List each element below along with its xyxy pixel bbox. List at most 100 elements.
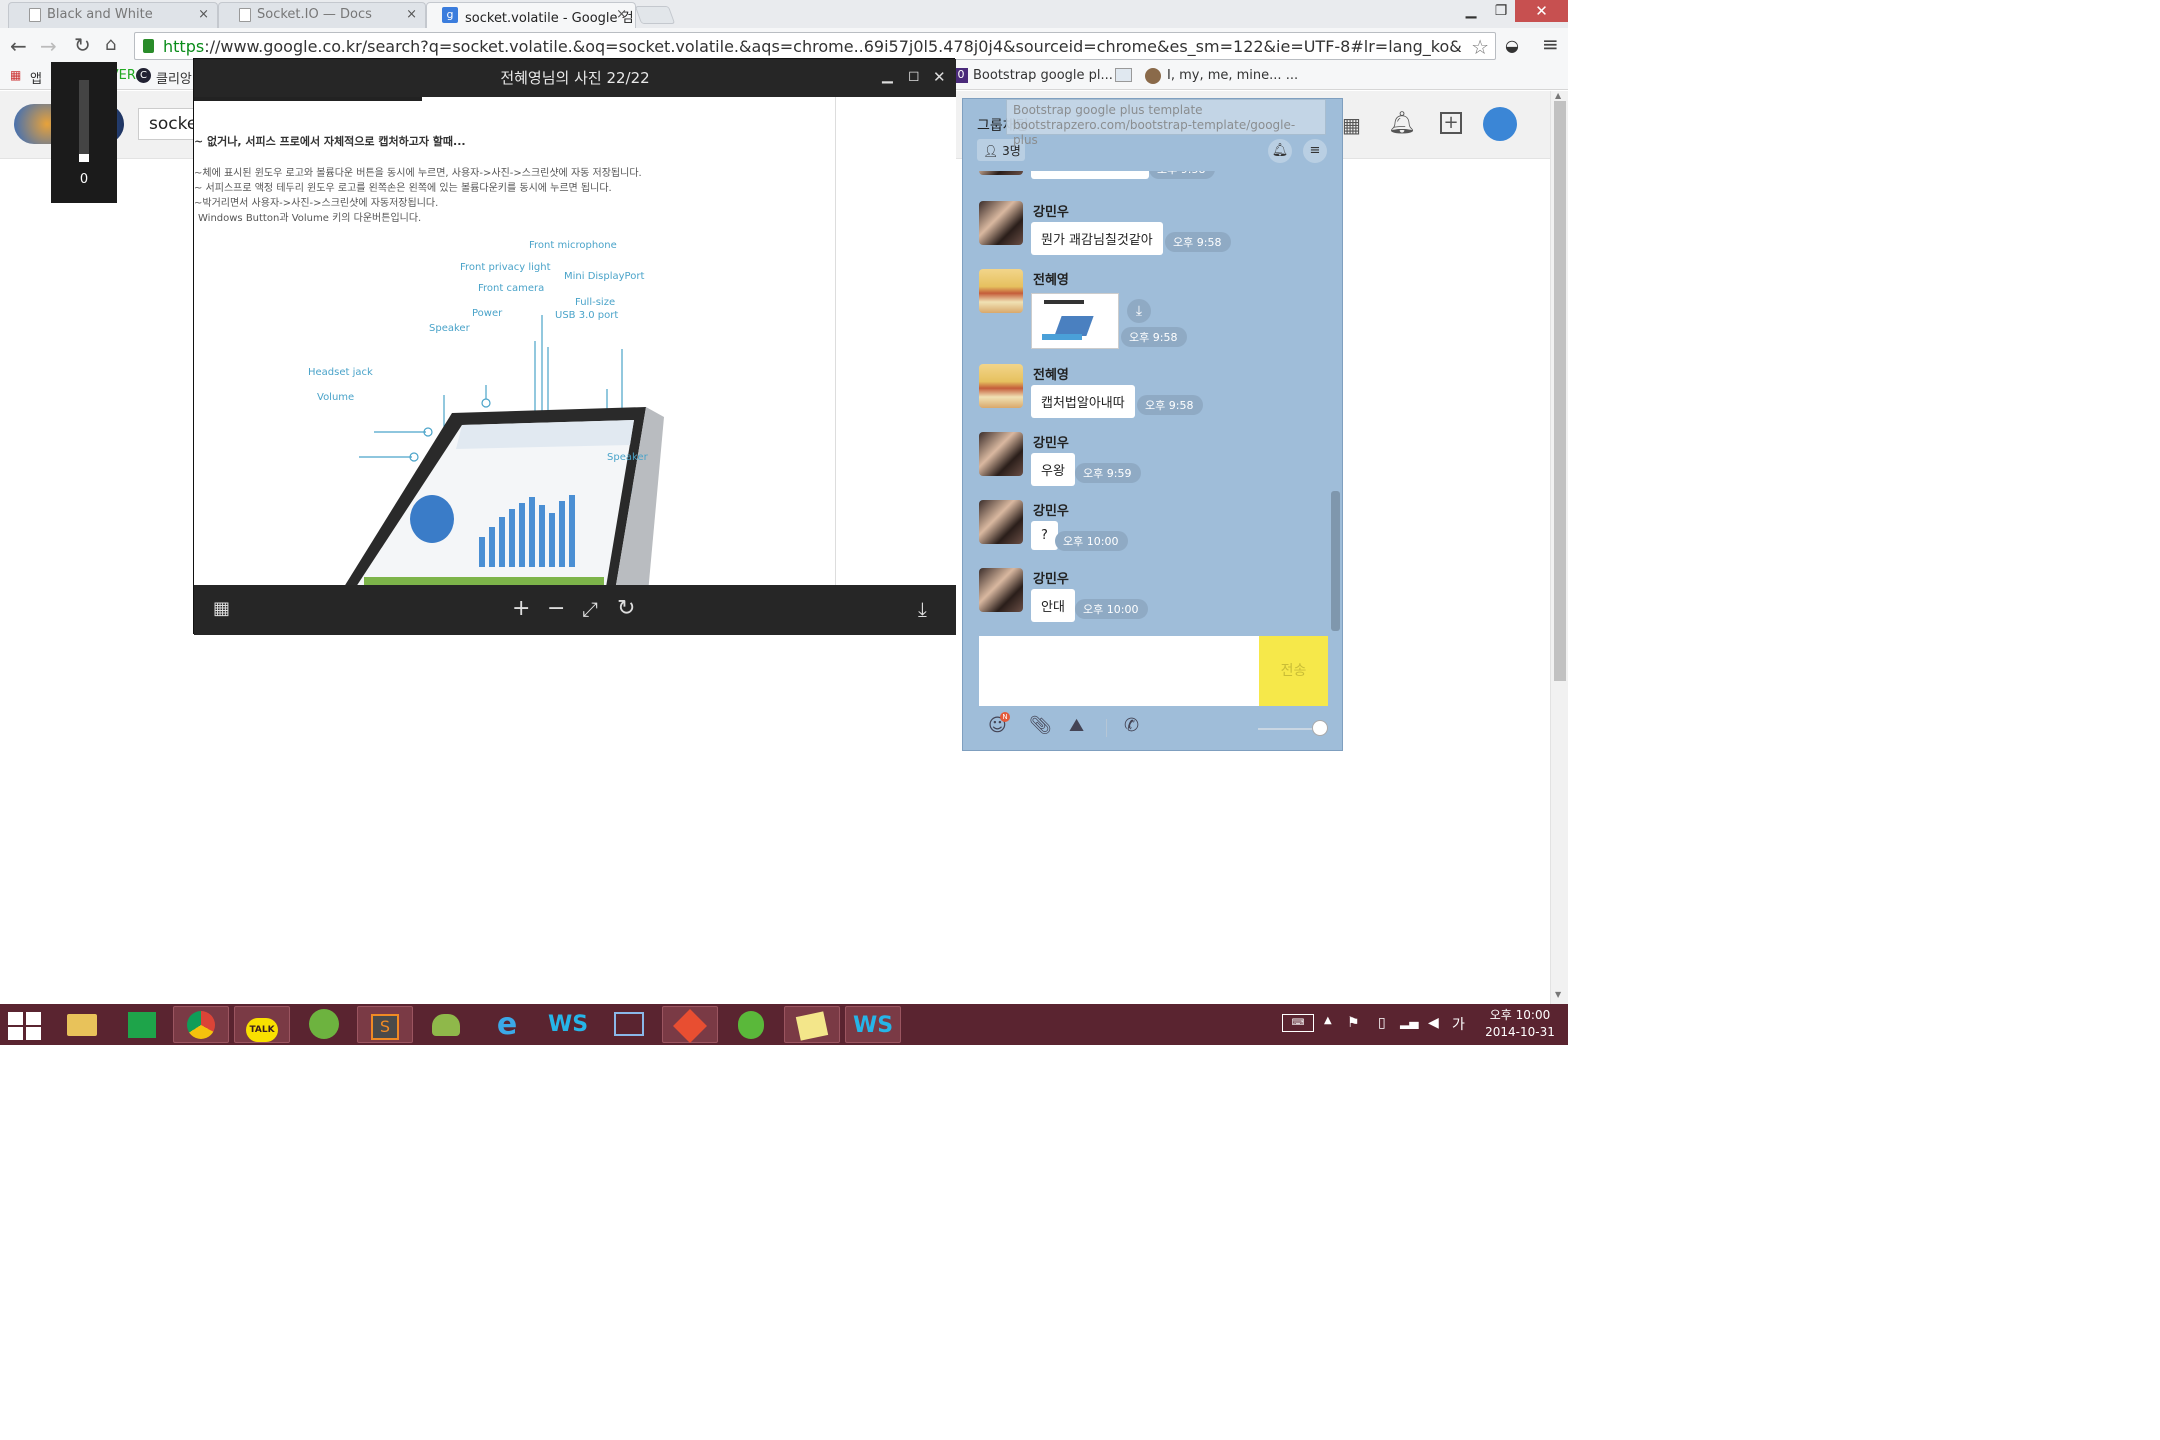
attach-file-icon[interactable]: 📎︎ bbox=[1029, 716, 1052, 736]
ime-indicator[interactable]: 가 bbox=[1452, 1014, 1465, 1034]
download-image-icon[interactable]: ⤓ bbox=[1127, 299, 1151, 323]
taskbar-sublime-icon[interactable]: S bbox=[357, 1006, 413, 1043]
thumbnails-grid-icon[interactable]: ▦ bbox=[213, 598, 230, 620]
tray-overflow-icon[interactable]: ▲ bbox=[1324, 1015, 1332, 1026]
tooltip-title: Bootstrap google plus template bbox=[1013, 103, 1203, 117]
minimize-icon[interactable]: ▁ bbox=[1460, 0, 1482, 22]
new-tab-button[interactable] bbox=[634, 6, 676, 24]
voice-call-icon[interactable]: ✆ bbox=[1124, 716, 1139, 736]
taskbar-frog-app-icon[interactable] bbox=[723, 1006, 779, 1043]
network-signal-icon[interactable]: ▂▄ bbox=[1400, 1015, 1418, 1029]
message-time: 오후 9:58 bbox=[1137, 395, 1204, 415]
message-bubble: 캡처법알아내따 bbox=[1031, 385, 1135, 418]
message-time: 오후 9:59 bbox=[1075, 463, 1142, 483]
notifications-bell-icon[interactable]: 🔔︎ bbox=[1388, 111, 1416, 136]
viewer-toolbar: ▦ + − ⤢ ↻ ⤓ bbox=[194, 585, 956, 635]
apps-grid-icon[interactable]: ▦ bbox=[1342, 113, 1361, 137]
bookmark-star-icon[interactable]: ☆ bbox=[1471, 35, 1489, 59]
taskbar-network-tool-icon[interactable] bbox=[601, 1006, 657, 1043]
taskbar-spring-icon[interactable] bbox=[296, 1006, 352, 1043]
address-bar[interactable]: https://www.google.co.kr/search?q=socket… bbox=[134, 32, 1496, 60]
taskbar-chrome-icon[interactable] bbox=[173, 1006, 229, 1043]
zoom-in-icon[interactable]: + bbox=[512, 598, 530, 620]
restore-icon[interactable]: ❐ bbox=[1490, 0, 1512, 22]
message-time: 오후 10:00 bbox=[1055, 531, 1129, 551]
taskbar-android-tool-icon[interactable] bbox=[418, 1006, 474, 1043]
opacity-slider-track[interactable] bbox=[1258, 728, 1320, 730]
tab-title: Socket.IO — Docs bbox=[257, 7, 372, 22]
opacity-slider-knob[interactable] bbox=[1312, 720, 1328, 736]
tab-socketio-docs[interactable]: Socket.IO — Docs × bbox=[218, 2, 426, 28]
reload-icon[interactable]: ↻ bbox=[74, 35, 91, 55]
bookmark-tooltip: Bootstrap google plus template bootstrap… bbox=[1006, 99, 1326, 147]
close-tab-icon[interactable]: × bbox=[616, 7, 627, 22]
bookmark-apps[interactable]: 앱 bbox=[30, 68, 42, 87]
windows-logo-icon bbox=[8, 1012, 23, 1025]
taskbar-store-icon[interactable] bbox=[114, 1006, 170, 1043]
scroll-down-arrow-icon[interactable]: ▼ bbox=[1555, 990, 1561, 999]
group-chat-window: 그룹채팅 👤︎ 3명 🔔︎ ≡ Bootstrap google plus te… bbox=[962, 98, 1343, 751]
avatar bbox=[979, 432, 1023, 476]
message-time: 오후 9:58 bbox=[1165, 232, 1232, 252]
message-sender: 전혜영 bbox=[1033, 368, 1069, 383]
taskbar-internet-explorer-icon[interactable]: e bbox=[479, 1006, 535, 1043]
taskbar-sticky-notes-icon[interactable] bbox=[784, 1006, 840, 1043]
account-avatar[interactable] bbox=[1483, 107, 1517, 141]
chat-messages[interactable]: 오후 9:58 강민우 뭔가 괘감님칠것같아 오후 9:58 전혜영 ⤓ 오후 … bbox=[963, 171, 1330, 633]
start-button[interactable] bbox=[8, 1012, 42, 1040]
clien-icon: C bbox=[136, 68, 151, 83]
touch-keyboard-icon[interactable]: ⌨ bbox=[1282, 1014, 1314, 1032]
message-time: 오후 9:58 bbox=[1121, 327, 1188, 347]
viewer-photo: ~ 없거나, 서피스 프로에서 자체적으로 캡처하고자 할때... ~체에 표시… bbox=[194, 97, 956, 585]
chat-message-input[interactable] bbox=[979, 636, 1259, 706]
scrollbar-thumb[interactable] bbox=[1554, 101, 1566, 681]
forward-icon[interactable]: → bbox=[40, 36, 57, 56]
doc-line: ~박거리면서 사용자->사진->스크린샷에 자동저장됩니다. bbox=[194, 198, 439, 209]
send-photo-icon[interactable]: ⛰ bbox=[1069, 716, 1084, 736]
viewer-minimize-icon[interactable]: ▁ bbox=[882, 68, 893, 84]
volume-value: 0 bbox=[79, 172, 89, 187]
close-tab-icon[interactable]: × bbox=[198, 7, 209, 22]
taskbar-webstorm-icon[interactable]: WS bbox=[540, 1006, 596, 1043]
share-plus-icon[interactable]: + bbox=[1440, 112, 1462, 134]
speaker-muted-icon[interactable]: ◀ bbox=[1428, 1015, 1439, 1031]
rotate-icon[interactable]: ↻ bbox=[617, 598, 635, 620]
tab-google-search[interactable]: g socket.volatile - Google 검 × bbox=[426, 2, 636, 28]
chat-scrollbar-thumb[interactable] bbox=[1331, 491, 1340, 631]
volume-osd: 0 bbox=[51, 62, 117, 203]
url-text[interactable]: https://www.google.co.kr/search?q=socket… bbox=[163, 37, 1463, 56]
taskbar-webstorm-2-icon[interactable]: WS bbox=[845, 1006, 901, 1043]
taskbar-git-icon[interactable] bbox=[662, 1006, 718, 1043]
taskbar-file-explorer-icon[interactable] bbox=[54, 1006, 110, 1043]
close-tab-icon[interactable]: × bbox=[406, 7, 417, 22]
menu-icon[interactable]: ≡ bbox=[1542, 32, 1559, 56]
chat-scrollbar[interactable] bbox=[1331, 171, 1340, 633]
bookmark-imine[interactable]: I, my, me, mine... ... bbox=[1167, 68, 1298, 83]
tab-title: Black and White bbox=[47, 7, 153, 22]
scroll-up-arrow-icon[interactable]: ▲ bbox=[1555, 91, 1561, 100]
label-usb-port: USB 3.0 port bbox=[555, 310, 619, 321]
tab-black-and-white[interactable]: Black and White × bbox=[8, 2, 218, 28]
viewer-close-icon[interactable]: ✕ bbox=[933, 68, 946, 86]
download-icon[interactable]: ⤓ bbox=[918, 598, 927, 620]
apps-icon: ▦ bbox=[10, 68, 22, 82]
incognito-icon[interactable]: ◒ bbox=[1505, 36, 1519, 55]
window-close-icon[interactable]: ✕ bbox=[1515, 0, 1568, 22]
tray-clock[interactable]: 오후 10:00 2014-10-31 bbox=[1480, 1007, 1560, 1041]
page-scrollbar[interactable]: ▲ ▼ bbox=[1550, 91, 1568, 1004]
viewer-maximize-icon[interactable]: ◻ bbox=[908, 68, 920, 84]
taskbar-kakaotalk-icon[interactable]: TALK bbox=[234, 1006, 290, 1043]
bookmark-bootstrap[interactable]: Bootstrap google pl... bbox=[973, 68, 1113, 83]
message-sender: 강민우 bbox=[1033, 504, 1069, 519]
battery-icon[interactable]: ▯ bbox=[1378, 1015, 1386, 1031]
send-button[interactable]: 전송 bbox=[1259, 636, 1328, 706]
fit-to-window-icon[interactable]: ⤢ bbox=[582, 598, 598, 620]
image-thumbnail[interactable] bbox=[1031, 293, 1119, 349]
action-center-flag-icon[interactable]: ⚑ bbox=[1347, 1015, 1360, 1031]
back-icon[interactable]: ← bbox=[10, 36, 27, 56]
lock-icon bbox=[143, 39, 154, 53]
zoom-out-icon[interactable]: − bbox=[547, 598, 565, 620]
home-icon[interactable]: ⌂ bbox=[105, 35, 116, 55]
bookmark-clien[interactable]: 클리앙 bbox=[156, 68, 192, 87]
message-sender: 강민우 bbox=[1033, 436, 1069, 451]
